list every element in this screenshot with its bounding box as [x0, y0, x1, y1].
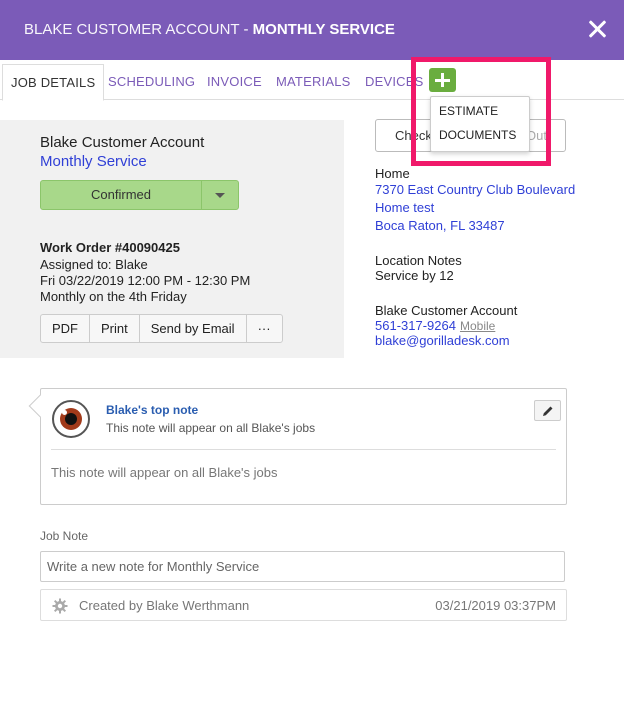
customer-name: Blake Customer Account	[40, 134, 205, 151]
modal-header: BLAKE CUSTOMER ACCOUNT - MONTHLY SERVICE	[0, 0, 624, 60]
job-actions: PDF Print Send by Email ···	[40, 314, 283, 343]
tab-scheduling[interactable]: SCHEDULING	[100, 64, 203, 100]
job-recurrence: Monthly on the 4th Friday	[40, 289, 187, 304]
contact-name: Blake Customer Account	[375, 303, 518, 318]
note-subtitle: This note will appear on all Blake's job…	[106, 421, 316, 435]
contact-phone-row: 561-317-9264 Mobile	[375, 318, 495, 333]
address-street[interactable]: 7370 East Country Club Boulevard	[375, 182, 575, 197]
close-icon[interactable]	[584, 16, 610, 42]
contact-phone[interactable]: 561-317-9264	[375, 318, 456, 333]
created-by-row: Created by Blake Werthmann 03/21/2019 03…	[40, 589, 567, 621]
address-name[interactable]: Home test	[375, 200, 434, 215]
phone-type: Mobile	[459, 319, 496, 333]
contact-email[interactable]: blake@gorilladesk.com	[375, 333, 510, 348]
gear-icon	[52, 598, 68, 614]
modal-title: BLAKE CUSTOMER ACCOUNT - MONTHLY SERVICE	[24, 21, 395, 38]
tab-job-details[interactable]: JOB DETAILS	[2, 64, 105, 101]
status-dropdown[interactable]: Confirmed	[40, 180, 239, 210]
pencil-icon	[543, 406, 553, 416]
address-city[interactable]: Boca Raton, FL 33487	[375, 218, 505, 233]
header-service-name: MONTHLY SERVICE	[252, 21, 395, 38]
tab-devices[interactable]: DEVICES	[357, 64, 431, 100]
avatar-glint	[62, 410, 67, 415]
job-note-label: Job Note	[40, 529, 89, 543]
tab-materials[interactable]: MATERIALS	[268, 64, 359, 100]
status-divider	[201, 181, 202, 209]
location-notes-label: Location Notes	[375, 253, 462, 268]
service-link[interactable]: Monthly Service	[40, 153, 147, 170]
assigned-to: Assigned to: Blake	[40, 257, 148, 272]
avatar-pupil	[65, 413, 77, 425]
job-datetime: Fri 03/22/2019 12:00 PM - 12:30 PM	[40, 273, 251, 288]
chevron-down-icon[interactable]	[215, 193, 225, 198]
location-notes: Service by 12	[375, 268, 454, 283]
created-timestamp: 03/21/2019 03:37PM	[435, 598, 556, 613]
edit-note-button[interactable]	[534, 400, 561, 421]
work-order-number: Work Order #40090425	[40, 240, 180, 255]
tab-invoice[interactable]: INVOICE	[199, 64, 270, 100]
status-label: Confirmed	[91, 187, 151, 202]
add-plus-icon[interactable]	[429, 68, 456, 92]
header-customer-name: BLAKE CUSTOMER ACCOUNT	[24, 21, 240, 38]
location-label: Home	[375, 166, 410, 181]
note-author: Blake's top note	[106, 403, 199, 417]
send-email-button[interactable]: Send by Email	[140, 315, 247, 342]
note-divider	[51, 449, 556, 450]
job-note-input[interactable]	[40, 551, 565, 582]
more-options-button[interactable]: ···	[247, 315, 282, 342]
add-dropdown-menu: ESTIMATE DOCUMENTS	[430, 96, 530, 152]
print-button[interactable]: Print	[90, 315, 140, 342]
created-by: Created by Blake Werthmann	[79, 598, 250, 613]
header-separator: -	[239, 21, 253, 38]
tab-bar: JOB DETAILS SCHEDULING INVOICE MATERIALS…	[0, 60, 624, 101]
menu-item-documents[interactable]: DOCUMENTS	[439, 128, 516, 142]
pdf-button[interactable]: PDF	[41, 315, 90, 342]
avatar	[52, 400, 90, 438]
menu-item-estimate[interactable]: ESTIMATE	[439, 104, 498, 118]
note-body: This note will appear on all Blake's job…	[51, 465, 278, 480]
